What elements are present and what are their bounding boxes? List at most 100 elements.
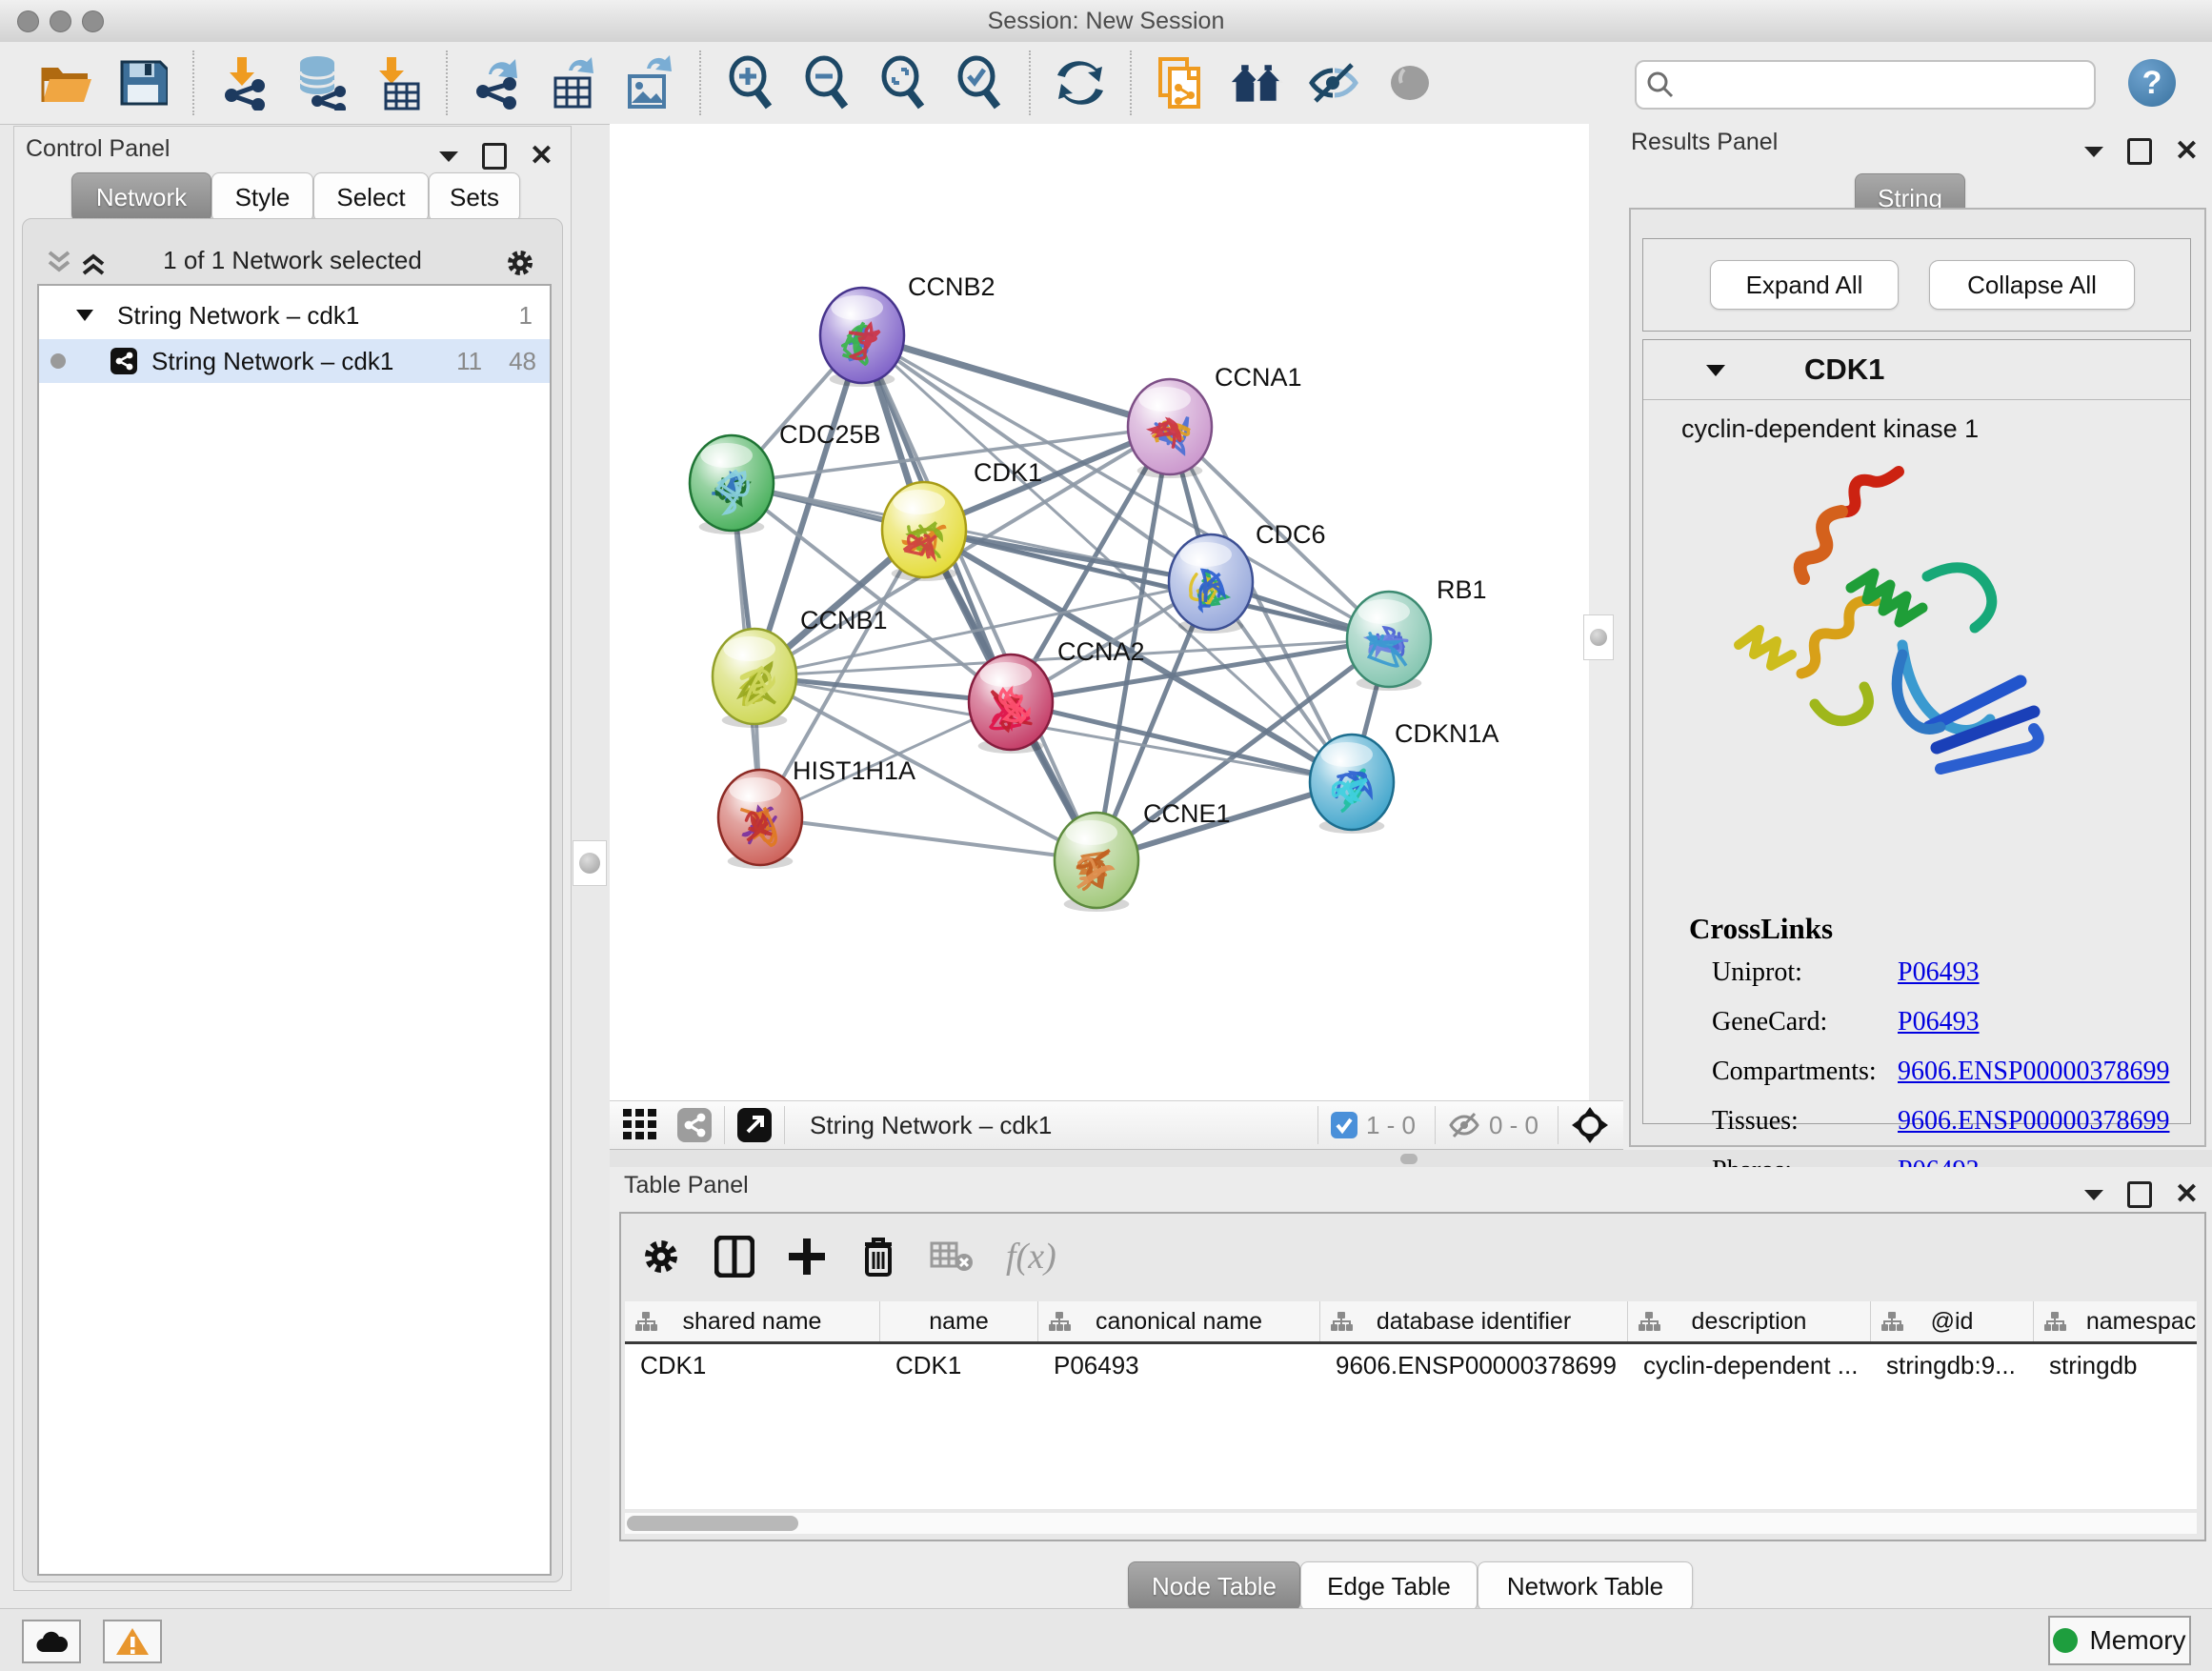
zoom-selected-button[interactable] (952, 55, 1007, 111)
right-splitter[interactable] (1589, 124, 1626, 1100)
column-header-namespace[interactable]: namespace (2034, 1301, 2197, 1341)
help-button[interactable]: ? (2128, 59, 2176, 107)
warnings-button[interactable] (103, 1620, 162, 1663)
import-network-file-button[interactable] (216, 55, 271, 111)
node-CDKN1A[interactable]: CDKN1A (1310, 719, 1499, 834)
crosslink-link[interactable]: P06493 (1898, 1007, 1980, 1037)
tab-network-table[interactable]: Network Table (1478, 1561, 1693, 1611)
birds-eye-view-button[interactable] (1382, 55, 1438, 111)
zoom-fit-button[interactable] (875, 55, 931, 111)
expand-all-button[interactable]: Expand All (1710, 260, 1899, 310)
gear-icon[interactable] (503, 246, 537, 280)
table-horizontal-scrollbar[interactable] (625, 1513, 2197, 1534)
export-image-button[interactable] (622, 55, 677, 111)
scrollbar-thumb[interactable] (627, 1516, 798, 1531)
float-panel-icon[interactable] (2083, 1188, 2104, 1201)
crosslink-link[interactable]: P06493 (1898, 957, 1980, 988)
expand-collapse-bar: Expand All Collapse All (1642, 238, 2191, 332)
horizontal-splitter-grip[interactable] (1400, 1154, 1418, 1164)
grid-view-icon[interactable] (623, 1109, 661, 1141)
cell-name[interactable]: CDK1 (880, 1351, 1038, 1380)
selected-checkbox-icon[interactable] (1330, 1111, 1358, 1139)
column-header-description[interactable]: description (1628, 1301, 1871, 1341)
close-panel-icon[interactable]: ✕ (2175, 137, 2199, 166)
node-table[interactable]: shared namenamecanonical namedatabase id… (625, 1301, 2197, 1509)
memory-button[interactable]: Memory (2048, 1616, 2191, 1665)
close-panel-icon[interactable]: ✕ (530, 142, 553, 171)
node-RB1[interactable]: RB1 (1347, 575, 1487, 691)
float-panel-icon[interactable] (2083, 145, 2104, 158)
cell-canonical-name[interactable]: P06493 (1038, 1351, 1320, 1380)
column-header--id[interactable]: @id (1871, 1301, 2034, 1341)
delete-column-icon[interactable] (859, 1235, 897, 1278)
detach-view-icon[interactable] (736, 1107, 773, 1143)
tab-network[interactable]: Network (71, 172, 211, 222)
add-column-icon[interactable] (787, 1237, 827, 1277)
network-canvas[interactable]: CCNB2CCNA1CDC25BCDK1CDC6RB1CCNB1CCNA2CDK… (610, 124, 1589, 1100)
node-CCNE1[interactable]: CCNE1 (1055, 799, 1231, 912)
cell-database-identifier[interactable]: 9606.ENSP00000378699 (1320, 1351, 1628, 1380)
column-header-name[interactable]: name (880, 1301, 1038, 1341)
zoom-in-button[interactable] (723, 55, 778, 111)
column-header-shared-name[interactable]: shared name (625, 1301, 880, 1341)
open-session-button[interactable] (39, 55, 94, 111)
tab-sets[interactable]: Sets (429, 172, 520, 222)
title-bar[interactable]: Session: New Session (0, 0, 2212, 43)
show-columns-icon[interactable] (714, 1236, 754, 1278)
cell--id[interactable]: stringdb:9... (1871, 1351, 2034, 1380)
search-input[interactable] (1684, 70, 2094, 99)
crosslink-link[interactable]: 9606.ENSP00000378699 (1898, 1057, 2169, 1087)
delete-table-icon[interactable] (930, 1239, 974, 1274)
gear-icon[interactable] (640, 1236, 682, 1278)
crosslink-link[interactable]: 9606.ENSP00000378699 (1898, 1106, 2169, 1137)
tab-node-table[interactable]: Node Table (1128, 1561, 1300, 1611)
search-box[interactable] (1635, 60, 2096, 110)
network-view-icon[interactable] (676, 1107, 713, 1143)
cell-shared-name[interactable]: CDK1 (625, 1351, 880, 1380)
collapse-entry-icon[interactable] (1705, 363, 1726, 377)
edge-CCNB2-CCNA1[interactable] (862, 335, 1170, 427)
export-network-button[interactable] (470, 55, 525, 111)
import-table-button[interactable] (369, 55, 424, 111)
collapse-all-button[interactable]: Collapse All (1929, 260, 2135, 310)
node-CCNA1[interactable]: CCNA1 (1128, 363, 1302, 478)
tab-edge-table[interactable]: Edge Table (1300, 1561, 1478, 1611)
zoom-out-button[interactable] (799, 55, 855, 111)
copy-network-button[interactable] (1154, 55, 1209, 111)
column-header-canonical-name[interactable]: canonical name (1038, 1301, 1320, 1341)
cell-description[interactable]: cyclin-dependent ... (1628, 1351, 1871, 1380)
right-splitter-grip[interactable] (1583, 614, 1614, 660)
tab-select[interactable]: Select (313, 172, 429, 222)
edge-HIST1H1A-CCNE1[interactable] (760, 817, 1096, 860)
network-graph[interactable]: CCNB2CCNA1CDC25BCDK1CDC6RB1CCNB1CCNA2CDK… (610, 124, 1589, 1100)
node-HIST1H1A[interactable]: HIST1H1A (718, 756, 915, 869)
hidden-eye-icon[interactable] (1447, 1111, 1481, 1139)
bird-eye-toggle-icon[interactable] (1570, 1105, 1610, 1145)
import-network-database-button[interactable] (292, 55, 348, 111)
function-builder-button[interactable]: f(x) (1006, 1236, 1056, 1278)
network-row[interactable]: String Network – cdk1 11 48 (39, 339, 550, 383)
cloud-status-button[interactable] (22, 1620, 81, 1663)
network-collection-row[interactable]: String Network – cdk1 1 (39, 293, 550, 337)
maximize-panel-icon[interactable] (482, 143, 507, 170)
memory-label: Memory (2089, 1625, 2185, 1656)
maximize-panel-icon[interactable] (2127, 1181, 2152, 1208)
node-details-header[interactable]: CDK1 (1643, 340, 2190, 400)
hide-unhide-button[interactable] (1306, 55, 1361, 111)
home-networks-button[interactable] (1230, 55, 1285, 111)
table-row[interactable]: CDK1CDK1P064939606.ENSP00000378699cyclin… (625, 1344, 2197, 1386)
apply-layout-button[interactable] (1053, 55, 1108, 111)
left-splitter-grip[interactable] (573, 840, 607, 886)
column-header-database-identifier[interactable]: database identifier (1320, 1301, 1628, 1341)
node-label-CCNB1: CCNB1 (800, 606, 888, 634)
shared-column-icon (1880, 1311, 1903, 1332)
export-table-button[interactable] (546, 55, 601, 111)
maximize-panel-icon[interactable] (2127, 138, 2152, 165)
edge-CCNA2-CDKN1A[interactable] (1011, 702, 1352, 782)
tree-expander-icon[interactable] (75, 309, 94, 322)
save-session-button[interactable] (115, 55, 171, 111)
cell-namespace[interactable]: stringdb (2034, 1351, 2197, 1380)
close-panel-icon[interactable]: ✕ (2175, 1180, 2199, 1209)
tab-style[interactable]: Style (211, 172, 313, 222)
float-panel-icon[interactable] (438, 150, 459, 163)
